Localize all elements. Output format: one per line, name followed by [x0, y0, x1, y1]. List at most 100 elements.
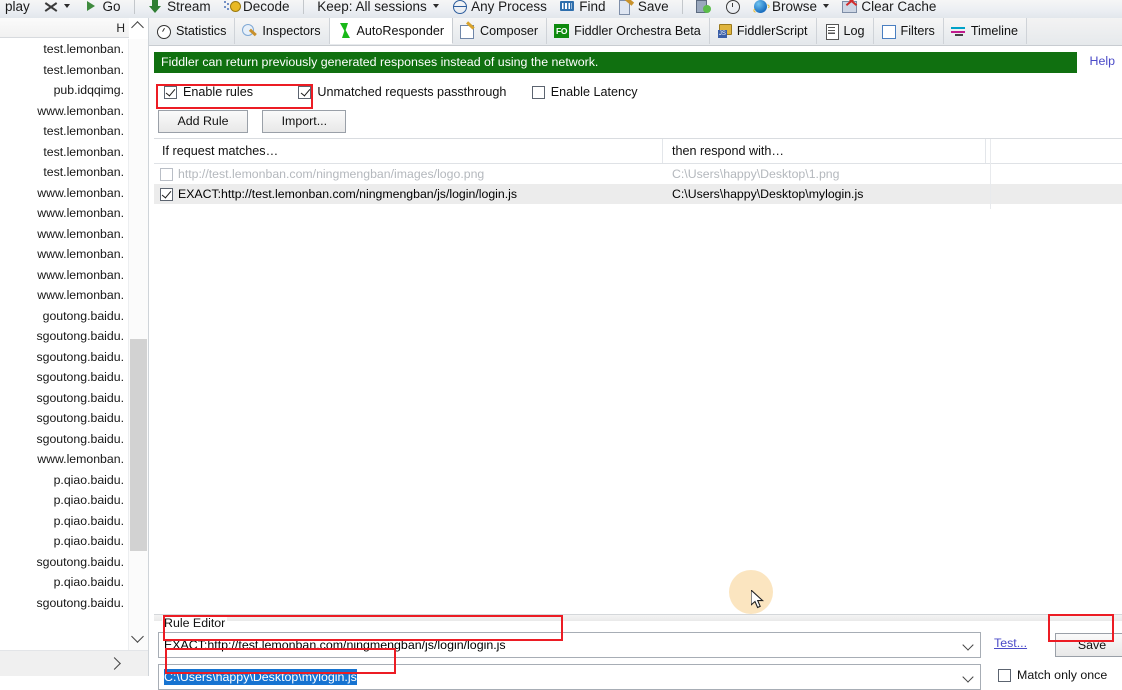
session-row[interactable]: www.lemonban.	[0, 101, 129, 122]
session-row[interactable]: test.lemonban.	[0, 142, 129, 163]
rule-row[interactable]: EXACT:http://test.lemonban.com/ningmengb…	[154, 184, 1122, 204]
tab-fiddlerscript[interactable]: FiddlerScript	[709, 18, 817, 44]
session-host-label: www.lemonban.	[37, 452, 124, 466]
chevron-down-icon	[823, 4, 830, 8]
session-row[interactable]: www.lemonban.	[0, 449, 129, 470]
rule-match-input[interactable]: EXACT:http://test.lemonban.com/ningmengb…	[158, 632, 981, 658]
session-row[interactable]: sgoutong.baidu.	[0, 429, 129, 450]
match-only-once-label: Match only once	[1017, 668, 1108, 682]
toolbar-replay-button[interactable]: play	[0, 0, 35, 15]
log-icon	[824, 23, 839, 40]
session-row[interactable]: www.lemonban.	[0, 244, 129, 265]
import-button[interactable]: Import...	[262, 110, 347, 133]
enable-rules-checkbox[interactable]: Enable rules	[164, 80, 253, 104]
tab-timeline[interactable]: Timeline	[943, 18, 1027, 44]
session-row[interactable]: sgoutong.baidu.	[0, 326, 129, 347]
tab-composer[interactable]: Composer	[453, 18, 548, 44]
session-row[interactable]: www.lemonban.	[0, 183, 129, 204]
sessions-vertical-scrollbar[interactable]	[128, 39, 148, 663]
session-host-label: test.lemonban.	[43, 124, 124, 138]
toolbar-keep-sessions-dropdown[interactable]: Keep: All sessions	[312, 0, 444, 15]
toolbar-go-button[interactable]: Go	[78, 0, 125, 15]
test-link[interactable]: Test...	[994, 636, 1027, 650]
checkbox-icon	[531, 85, 545, 99]
toolbar-clear-cache-button[interactable]: Clear Cache	[837, 0, 941, 15]
session-row[interactable]: p.qiao.baidu.	[0, 531, 129, 552]
toolbar-save-button[interactable]: Save	[614, 0, 674, 15]
enable-latency-checkbox[interactable]: Enable Latency	[531, 80, 638, 104]
session-host-label: www.lemonban.	[37, 288, 124, 302]
session-host-label: sgoutong.baidu.	[36, 411, 124, 425]
session-row[interactable]: p.qiao.baidu.	[0, 490, 129, 511]
rule-enabled-checkbox[interactable]	[160, 187, 173, 201]
chevron-right-icon	[107, 656, 121, 670]
add-rule-button[interactable]: Add Rule	[158, 110, 248, 133]
tab-log[interactable]: Log	[816, 18, 874, 44]
session-row[interactable]: sgoutong.baidu.	[0, 408, 129, 429]
session-row[interactable]: sgoutong.baidu.	[0, 367, 129, 388]
rule-enabled-checkbox[interactable]	[160, 167, 173, 181]
sessions-scroll-down-button[interactable]	[129, 628, 145, 644]
chevron-down-icon[interactable]	[956, 665, 980, 689]
session-row[interactable]: pub.idqqimg.	[0, 80, 129, 101]
chevron-down-icon[interactable]	[956, 633, 980, 657]
session-row[interactable]: p.qiao.baidu.	[0, 470, 129, 491]
help-link[interactable]: Help	[1090, 54, 1115, 68]
session-row[interactable]: test.lemonban.	[0, 121, 129, 142]
toolbar-timer-button[interactable]	[720, 0, 745, 15]
toolbar-screenshot-button[interactable]	[691, 0, 716, 15]
column-divider[interactable]	[985, 139, 986, 163]
toolbar-any-process-button[interactable]: Any Process	[447, 0, 552, 15]
sessions-scroll-right-button[interactable]	[106, 655, 122, 671]
toolbar-separator-1	[133, 0, 135, 14]
session-host-label: www.lemonban.	[37, 103, 124, 118]
tab-inspectors[interactable]: Inspectors	[235, 18, 330, 44]
panel-splitter[interactable]	[154, 614, 1122, 621]
inspector-panel: Statistics Inspectors AutoResponder Compose…	[149, 18, 1122, 690]
tab-statistics[interactable]: Statistics	[149, 18, 236, 44]
toolbar-stream-button[interactable]: Stream	[143, 0, 216, 15]
session-row[interactable]: sgoutong.baidu.	[0, 388, 129, 409]
rule-row[interactable]: http://test.lemonban.com/ningmengban/ima…	[154, 164, 1122, 184]
session-row[interactable]: test.lemonban.	[0, 60, 129, 81]
rule-respond-input[interactable]: C:\Users\happy\Desktop\mylogin.js	[158, 664, 981, 690]
toolbar-find-button[interactable]: Find	[555, 0, 610, 15]
toolbar-browse-button[interactable]: Browse	[748, 0, 834, 15]
copy-icon	[696, 0, 712, 14]
unmatched-passthrough-checkbox[interactable]: Unmatched requests passthrough	[298, 80, 506, 104]
save-rule-button[interactable]: Save	[1055, 633, 1122, 657]
session-row[interactable]: test.lemonban.	[0, 39, 129, 60]
sessions-horizontal-scrollbar[interactable]	[0, 650, 148, 676]
rule-match-cell: http://test.lemonban.com/ningmengban/ima…	[160, 164, 484, 184]
sessions-column-header[interactable]: H	[0, 18, 129, 38]
session-row[interactable]: www.lemonban.	[0, 265, 129, 286]
session-host-label: test.lemonban.	[43, 42, 124, 56]
session-row[interactable]: www.lemonban.	[0, 203, 129, 224]
session-row[interactable]: p.qiao.baidu.	[0, 572, 129, 593]
session-row[interactable]: goutong.baidu.	[0, 306, 129, 327]
session-host-label: www.lemonban.	[37, 267, 124, 282]
session-row[interactable]: p.qiao.baidu.	[0, 511, 129, 532]
session-row[interactable]: sgoutong.baidu.	[0, 593, 129, 614]
session-row[interactable]: sgoutong.baidu.	[0, 347, 129, 368]
session-row[interactable]: test.lemonban.	[0, 162, 129, 183]
sessions-list[interactable]: test.lemonban. test.lemonban. pub.idqqimg.…	[0, 39, 129, 641]
toolbar-remove-button[interactable]	[38, 0, 75, 15]
column-header-match[interactable]: If request matches…	[162, 139, 278, 163]
session-host-label: sgoutong.baidu.	[36, 431, 124, 446]
session-row[interactable]: sgoutong.baidu.	[0, 552, 129, 573]
session-row[interactable]: www.lemonban.	[0, 224, 129, 245]
tab-autoresponder[interactable]: AutoResponder	[329, 18, 454, 44]
tab-label: Filters	[900, 24, 935, 38]
column-divider[interactable]	[662, 139, 663, 163]
session-row[interactable]: www.lemonban.	[0, 285, 129, 306]
sessions-scroll-up-button[interactable]	[129, 19, 145, 36]
toolbar-decode-button[interactable]: Decode	[219, 0, 295, 15]
tab-fiddler-orchestra-beta[interactable]: FO Fiddler Orchestra Beta	[547, 18, 710, 44]
scrollbar-thumb[interactable]	[130, 339, 147, 551]
toolbar-find-label: Find	[579, 0, 606, 14]
tab-filters[interactable]: Filters	[873, 18, 944, 44]
session-host-label: test.lemonban.	[43, 165, 124, 179]
match-only-once-checkbox[interactable]: Match only once	[998, 668, 1107, 682]
column-header-respond[interactable]: then respond with…	[672, 139, 784, 163]
